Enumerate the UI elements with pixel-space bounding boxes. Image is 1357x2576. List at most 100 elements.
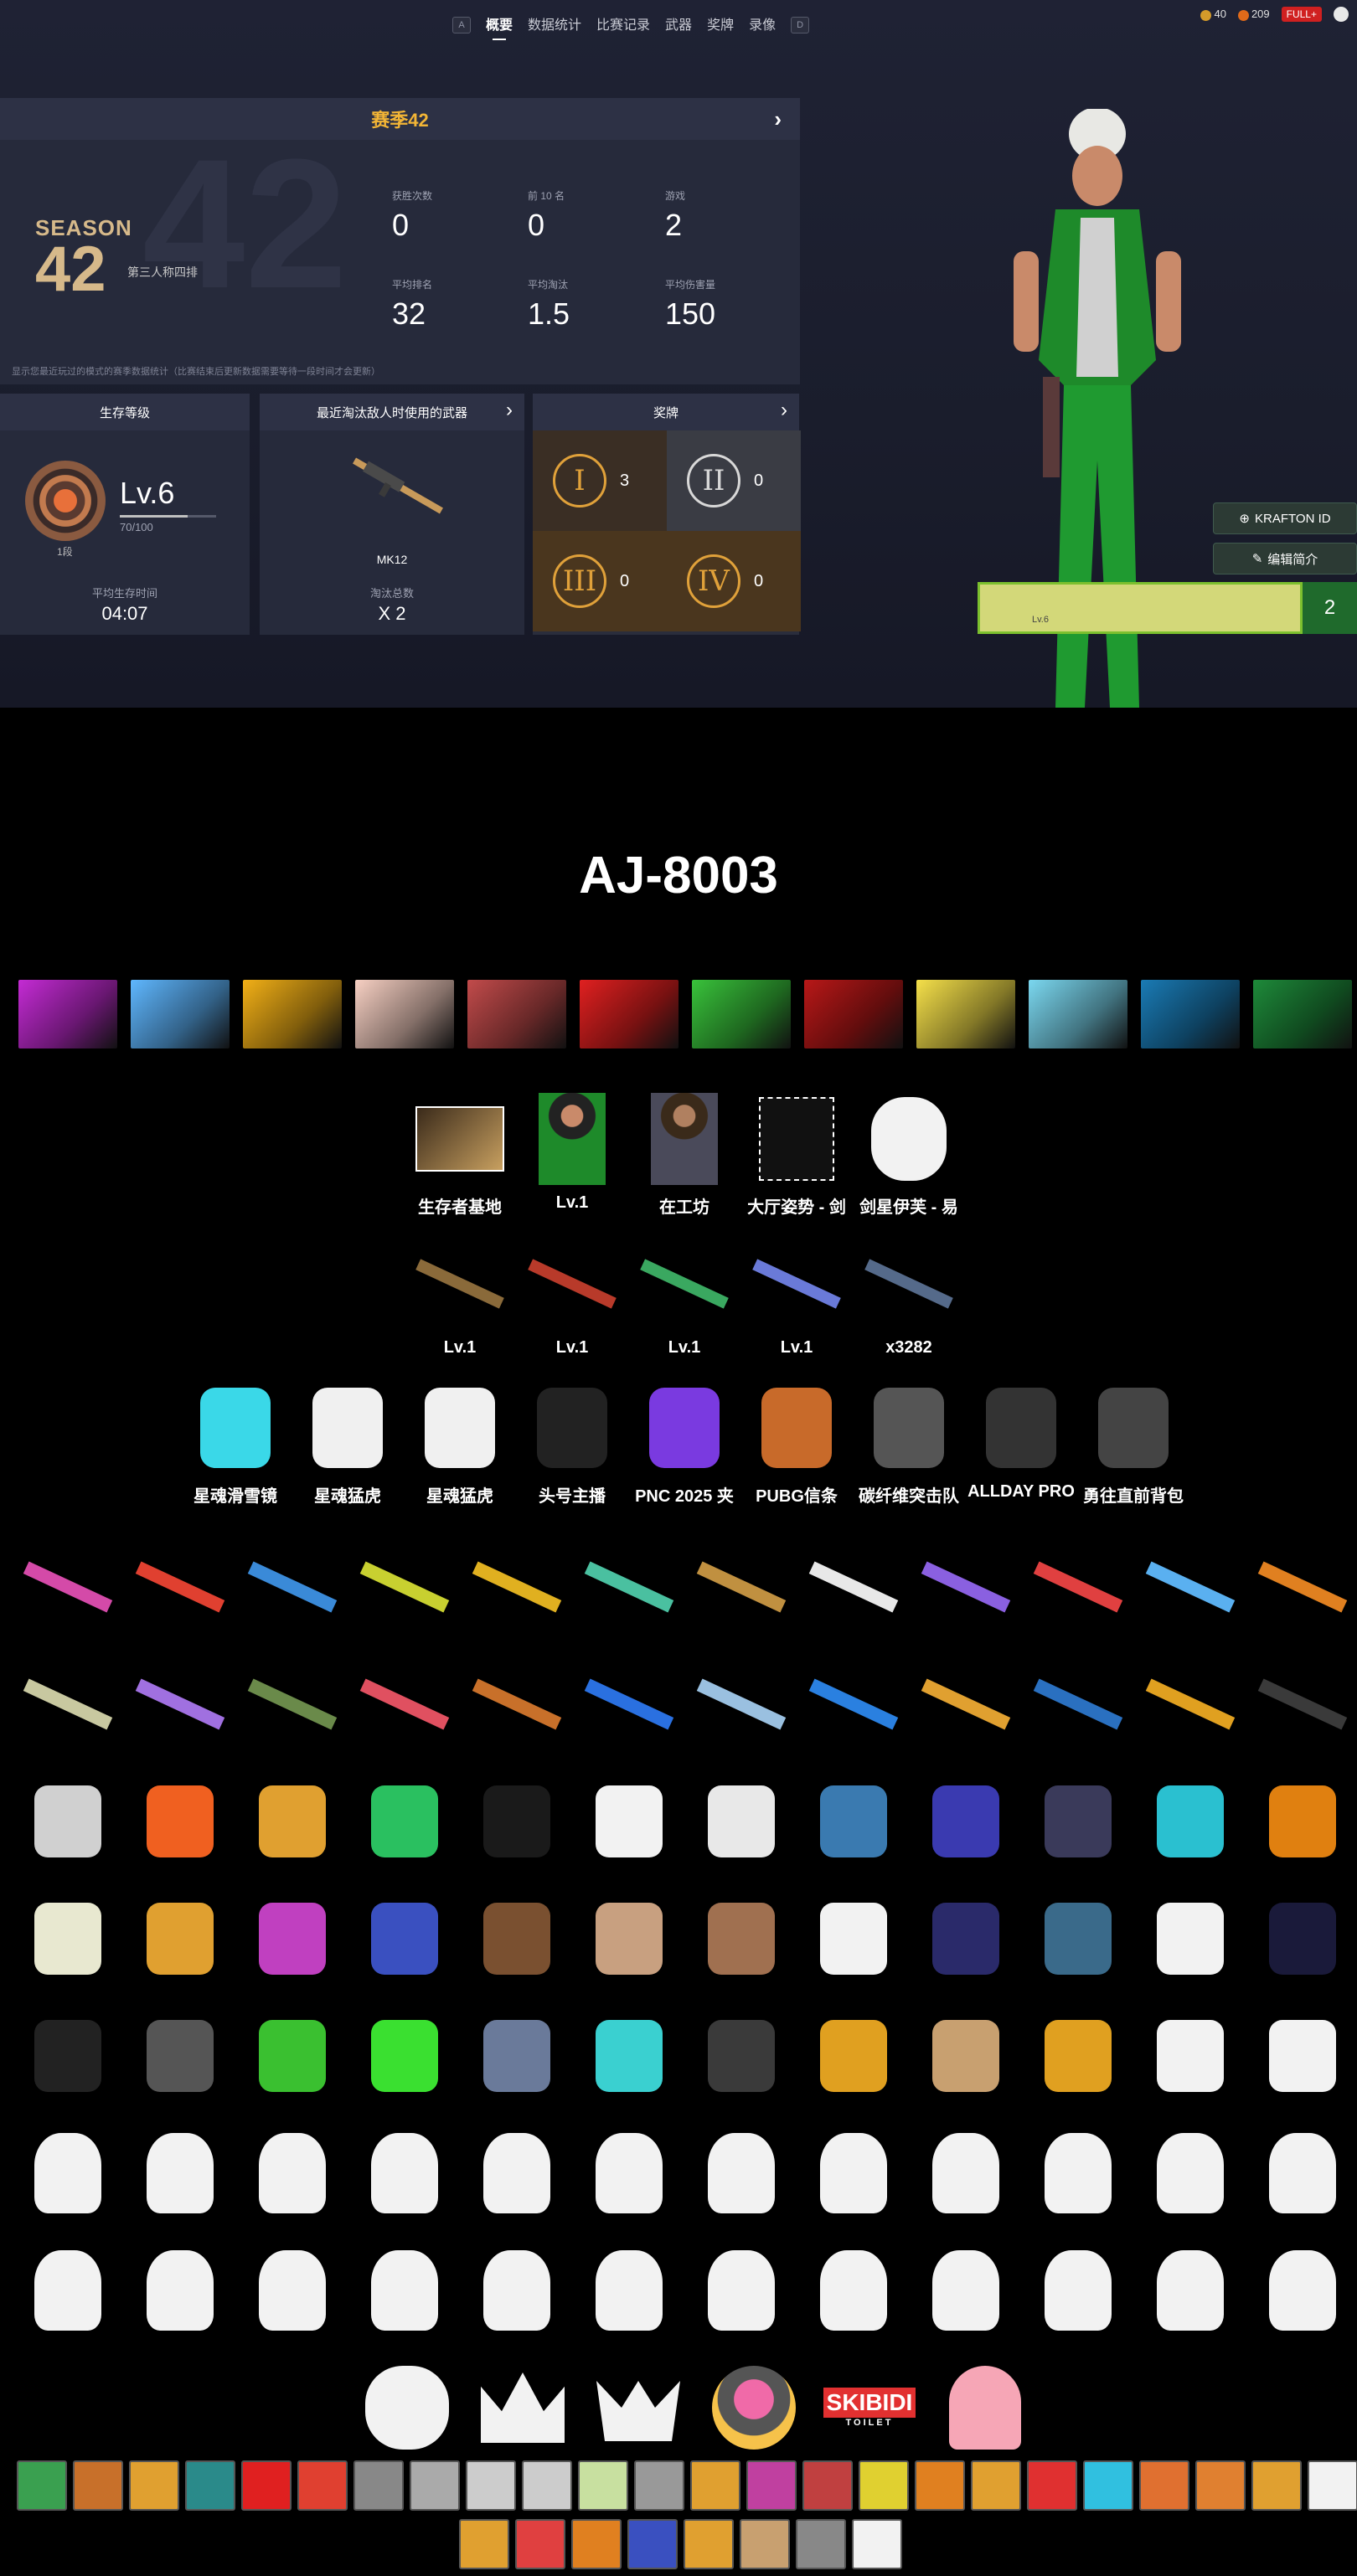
banner-item[interactable] bbox=[467, 980, 566, 1048]
gun-skin-item[interactable] bbox=[12, 1646, 124, 1763]
emote-item[interactable] bbox=[348, 2232, 461, 2349]
tiny-item-icon[interactable] bbox=[466, 2460, 516, 2511]
crown-icon[interactable] bbox=[588, 2349, 689, 2466]
banner-item[interactable] bbox=[580, 980, 678, 1048]
medals-card[interactable]: 奖牌 › I3 II 0 III 0 IV 0 bbox=[533, 394, 801, 635]
tiny-item-icon[interactable] bbox=[1027, 2460, 1077, 2511]
tiny-item-icon[interactable] bbox=[1139, 2460, 1189, 2511]
emote-item[interactable] bbox=[573, 2115, 685, 2232]
tiny-item-icon[interactable] bbox=[740, 2519, 790, 2569]
emote-item[interactable] bbox=[348, 2115, 461, 2232]
banner-item[interactable] bbox=[916, 980, 1015, 1048]
gun-skin-item[interactable] bbox=[236, 1646, 348, 1763]
emote-item[interactable] bbox=[124, 2115, 236, 2232]
apparel-item[interactable] bbox=[236, 1880, 348, 1997]
apparel-item[interactable] bbox=[348, 1880, 461, 1997]
apparel-item[interactable] bbox=[797, 1880, 910, 1997]
apparel-item[interactable] bbox=[124, 1997, 236, 2115]
gun-skin-item[interactable] bbox=[1134, 1528, 1246, 1646]
gun-skin-item[interactable] bbox=[12, 1528, 124, 1646]
tab-replays[interactable]: 录像 bbox=[749, 13, 776, 37]
season-header[interactable]: 赛季42 › bbox=[0, 98, 800, 140]
weapon-item[interactable]: Lv.1 bbox=[742, 1238, 851, 1358]
gun-skin-item[interactable] bbox=[124, 1646, 236, 1763]
lobby-item[interactable]: 大厅姿势 - 剑 bbox=[742, 1093, 851, 1218]
banner-item[interactable] bbox=[243, 980, 342, 1048]
prev-key-hint[interactable]: A bbox=[452, 17, 471, 33]
tiny-item-icon[interactable] bbox=[241, 2460, 292, 2511]
tiny-item-icon[interactable] bbox=[578, 2460, 628, 2511]
tab-matches[interactable]: 比赛记录 bbox=[596, 13, 650, 37]
lobby-item[interactable]: 生存者基地 bbox=[405, 1093, 514, 1218]
emote-item[interactable] bbox=[1246, 2115, 1357, 2232]
banner-item[interactable] bbox=[18, 980, 117, 1048]
weapon-item[interactable]: Lv.1 bbox=[518, 1238, 627, 1358]
banner-item[interactable] bbox=[804, 980, 903, 1048]
emote-item[interactable] bbox=[461, 2232, 573, 2349]
tiny-item-icon[interactable] bbox=[1083, 2460, 1133, 2511]
apparel-item[interactable] bbox=[1134, 1880, 1246, 1997]
apparel-item[interactable] bbox=[685, 1880, 797, 1997]
gun-skin-item[interactable] bbox=[797, 1528, 910, 1646]
lobby-item[interactable]: 在工坊 bbox=[630, 1093, 739, 1218]
apparel-item[interactable] bbox=[12, 1997, 124, 2115]
apparel-item[interactable] bbox=[685, 1997, 797, 2115]
apparel-item[interactable] bbox=[236, 1763, 348, 1880]
tiny-item-icon[interactable] bbox=[353, 2460, 404, 2511]
apparel-item[interactable] bbox=[1246, 1997, 1357, 2115]
apparel-item[interactable] bbox=[685, 1763, 797, 1880]
emote-item[interactable] bbox=[797, 2115, 910, 2232]
emote-item[interactable] bbox=[1134, 2115, 1246, 2232]
emote-item[interactable] bbox=[12, 2115, 124, 2232]
skibidi-logo[interactable]: SKIBIDI TOILET bbox=[819, 2349, 920, 2466]
apparel-item[interactable] bbox=[12, 1880, 124, 1997]
tiny-item-icon[interactable] bbox=[17, 2460, 67, 2511]
apparel-item[interactable] bbox=[910, 1880, 1022, 1997]
helmet-bow-icon[interactable] bbox=[704, 2349, 804, 2466]
edit-profile-button[interactable]: ✎ 编辑简介 bbox=[1213, 543, 1357, 574]
emote-item[interactable] bbox=[357, 2349, 457, 2466]
apparel-item[interactable] bbox=[348, 1997, 461, 2115]
apparel-item[interactable] bbox=[461, 1880, 573, 1997]
tiny-item-icon[interactable] bbox=[185, 2460, 235, 2511]
tiny-item-icon[interactable] bbox=[515, 2519, 565, 2569]
gun-skin-item[interactable] bbox=[573, 1646, 685, 1763]
apparel-item[interactable] bbox=[461, 1997, 573, 2115]
tiny-item-icon[interactable] bbox=[627, 2519, 678, 2569]
tiny-item-icon[interactable] bbox=[690, 2460, 740, 2511]
plus-badge[interactable]: FULL+ bbox=[1281, 7, 1322, 22]
apparel-item[interactable] bbox=[1022, 1880, 1134, 1997]
gun-skin-item[interactable] bbox=[797, 1646, 910, 1763]
banner-item[interactable] bbox=[692, 980, 791, 1048]
gun-skin-item[interactable] bbox=[461, 1646, 573, 1763]
apparel-item[interactable] bbox=[124, 1880, 236, 1997]
tiny-item-icon[interactable] bbox=[971, 2460, 1021, 2511]
emote-item[interactable] bbox=[1022, 2232, 1134, 2349]
emote-item[interactable] bbox=[12, 2232, 124, 2349]
gun-skin-item[interactable] bbox=[1022, 1646, 1134, 1763]
gun-skin-item[interactable] bbox=[685, 1646, 797, 1763]
weapon-item[interactable]: x3282 bbox=[854, 1238, 963, 1358]
outfit-item[interactable]: PUBG信条 bbox=[742, 1382, 851, 1507]
apparel-item[interactable] bbox=[1134, 1997, 1246, 2115]
crown-icon[interactable] bbox=[472, 2349, 573, 2466]
tiny-item-icon[interactable] bbox=[684, 2519, 734, 2569]
emote-item[interactable] bbox=[236, 2232, 348, 2349]
banner-item[interactable] bbox=[1253, 980, 1352, 1048]
lobby-item[interactable]: Lv.1 bbox=[518, 1093, 627, 1213]
tiny-item-icon[interactable] bbox=[522, 2460, 572, 2511]
tiny-item-icon[interactable] bbox=[1251, 2460, 1302, 2511]
tiny-item-icon[interactable] bbox=[410, 2460, 460, 2511]
tiny-item-icon[interactable] bbox=[297, 2460, 348, 2511]
apparel-item[interactable] bbox=[910, 1763, 1022, 1880]
outfit-item[interactable]: 勇往直前背包 bbox=[1079, 1382, 1188, 1507]
apparel-item[interactable] bbox=[1022, 1997, 1134, 2115]
weapon-item[interactable]: Lv.1 bbox=[630, 1238, 739, 1358]
emote-item[interactable] bbox=[685, 2232, 797, 2349]
apparel-item[interactable] bbox=[910, 1997, 1022, 2115]
next-key-hint[interactable]: D bbox=[791, 17, 810, 33]
gun-skin-item[interactable] bbox=[573, 1528, 685, 1646]
apparel-item[interactable] bbox=[573, 1763, 685, 1880]
tiny-item-icon[interactable] bbox=[634, 2460, 684, 2511]
apparel-item[interactable] bbox=[461, 1763, 573, 1880]
